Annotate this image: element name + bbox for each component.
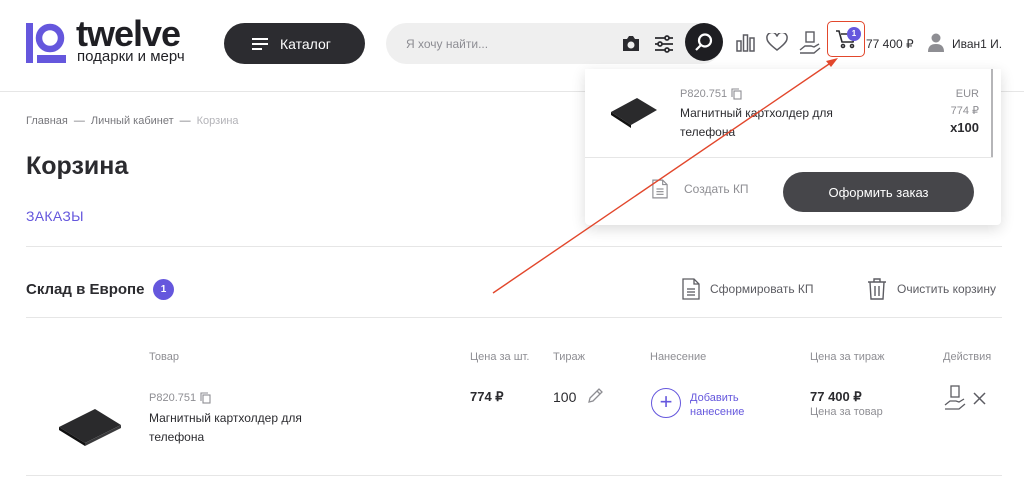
page-title: Корзина bbox=[26, 152, 129, 180]
search-icon bbox=[695, 33, 713, 51]
dropdown-price: 774 ₽ bbox=[950, 105, 979, 117]
document-icon bbox=[652, 179, 668, 199]
divider bbox=[26, 246, 1002, 247]
hand-box-icon[interactable] bbox=[799, 30, 821, 54]
divider bbox=[26, 475, 1002, 476]
unit-price: 774 ₽ bbox=[470, 389, 504, 404]
cart-count-badge: 1 bbox=[847, 27, 861, 41]
search-button[interactable] bbox=[685, 23, 723, 61]
product-sku-text: P820.751 bbox=[149, 392, 197, 404]
dropdown-qty: x100 bbox=[950, 120, 979, 135]
warehouse-title: Склад в Европе bbox=[26, 281, 145, 298]
add-print-label[interactable]: Добавить нанесение bbox=[690, 391, 760, 419]
pencil-icon[interactable] bbox=[587, 388, 603, 404]
breadcrumb: Главная — Личный кабинет — Корзина bbox=[26, 115, 239, 127]
remove-icon[interactable] bbox=[973, 392, 986, 405]
compare-icon[interactable] bbox=[736, 33, 755, 52]
divider bbox=[585, 157, 993, 158]
catalog-button[interactable]: Каталог bbox=[224, 23, 365, 64]
copy-icon[interactable] bbox=[731, 88, 742, 100]
document-icon bbox=[682, 278, 700, 300]
quantity-value[interactable]: 100 bbox=[553, 389, 576, 405]
column-header-total: Цена за тираж bbox=[810, 351, 885, 363]
copy-icon[interactable] bbox=[200, 392, 211, 404]
trash-icon bbox=[868, 278, 886, 300]
dropdown-currency: EUR bbox=[955, 88, 979, 100]
create-quote-button[interactable]: Создать КП bbox=[652, 179, 749, 199]
logo-icon[interactable] bbox=[26, 21, 66, 63]
checkout-button[interactable]: Оформить заказ bbox=[783, 172, 974, 212]
make-quote-label: Сформировать КП bbox=[710, 282, 814, 296]
make-quote-button[interactable]: Сформировать КП bbox=[682, 278, 814, 300]
breadcrumb-home[interactable]: Главная bbox=[26, 115, 68, 127]
scrollbar[interactable] bbox=[991, 69, 993, 157]
column-header-unit-price: Цена за шт. bbox=[470, 351, 530, 363]
dropdown-product-sku: P820.751 bbox=[680, 88, 742, 100]
column-header-quantity: Тираж bbox=[553, 351, 585, 363]
clear-cart-label: Очистить корзину bbox=[897, 282, 996, 296]
dropdown-product-image[interactable] bbox=[609, 95, 659, 129]
divider bbox=[26, 317, 1002, 318]
search-input[interactable] bbox=[406, 23, 606, 64]
warehouse-count-badge: 1 bbox=[153, 279, 174, 300]
product-name[interactable]: Магнитный картхолдер для телефона bbox=[149, 409, 324, 447]
product-sku: P820.751 bbox=[149, 392, 211, 404]
row-total: 77 400 ₽ bbox=[810, 389, 862, 404]
column-header-actions: Действия bbox=[943, 351, 992, 363]
column-header-product: Товар bbox=[149, 351, 179, 363]
catalog-label: Каталог bbox=[280, 35, 331, 52]
dropdown-product-sku-text: P820.751 bbox=[680, 88, 728, 100]
filter-icon[interactable] bbox=[654, 34, 674, 53]
cart-button[interactable] bbox=[827, 21, 865, 57]
add-print-button[interactable]: + bbox=[651, 388, 681, 418]
product-image[interactable] bbox=[55, 405, 125, 447]
dropdown-product-name[interactable]: Магнитный картхолдер для телефона bbox=[680, 104, 855, 142]
create-quote-label: Создать КП bbox=[684, 182, 749, 196]
user-icon[interactable] bbox=[928, 33, 944, 52]
cart-total[interactable]: 77 400 ₽ bbox=[866, 37, 914, 51]
heart-icon[interactable] bbox=[766, 33, 788, 52]
breadcrumb-account[interactable]: Личный кабинет bbox=[91, 115, 174, 127]
menu-icon bbox=[252, 37, 268, 50]
cart-dropdown: P820.751 Магнитный картхолдер для телефо… bbox=[585, 69, 1001, 225]
orders-link[interactable]: ЗАКАЗЫ bbox=[26, 208, 84, 224]
column-header-print: Нанесение bbox=[650, 351, 707, 363]
row-total-note: Цена за товар bbox=[810, 406, 883, 418]
camera-icon[interactable] bbox=[621, 35, 641, 52]
user-name[interactable]: Иван1 И. bbox=[952, 37, 1002, 51]
logo-tagline: подарки и мерч bbox=[77, 48, 185, 65]
breadcrumb-separator: — bbox=[73, 115, 85, 127]
clear-cart-button[interactable]: Очистить корзину bbox=[867, 278, 996, 300]
breadcrumb-separator: — bbox=[179, 115, 191, 127]
breadcrumb-current: Корзина bbox=[196, 115, 239, 127]
hand-box-icon[interactable] bbox=[944, 384, 966, 410]
